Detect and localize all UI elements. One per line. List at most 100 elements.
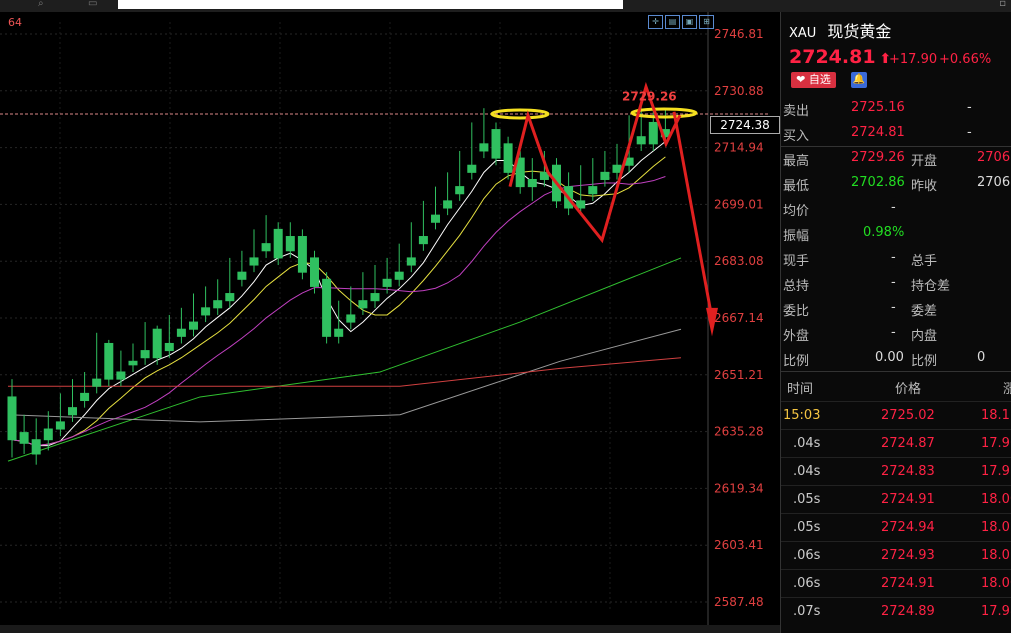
- candle-body: [394, 271, 404, 280]
- tick-row: .06s 2724.93 18.0: [781, 541, 1011, 570]
- y-tick-label: 2683.08: [714, 254, 764, 268]
- candle-body: [128, 360, 138, 366]
- candle-body: [201, 307, 211, 316]
- price-change: +17.90: [889, 52, 938, 67]
- expand-icon[interactable]: ⊞: [699, 15, 714, 29]
- stat-row: 总持 - 持仓差: [783, 275, 951, 294]
- candle-body: [31, 439, 41, 455]
- candle-body: [225, 293, 235, 302]
- y-tick-label: 2667.14: [714, 311, 764, 325]
- candle-body: [261, 243, 271, 252]
- tick-row: .05s 2724.91 18.00: [781, 485, 1011, 514]
- candle-body: [612, 164, 622, 173]
- y-tick-label: 2651.21: [714, 368, 764, 382]
- crosshair-icon[interactable]: ✛: [648, 15, 663, 29]
- quote-row: 卖出 2725.16 -: [783, 100, 972, 119]
- candle-body: [55, 421, 65, 430]
- divider: [781, 371, 1011, 372]
- y-tick-label: 2587.48: [714, 595, 764, 609]
- candle-body: [358, 300, 368, 309]
- stat-row: 均价 -: [783, 200, 896, 219]
- candle-body: [503, 143, 513, 173]
- stat-row: 现手 - 总手: [783, 250, 938, 269]
- symbol-code: XAU: [789, 26, 817, 41]
- stat-row: 比例 0.00 比例 0: [783, 350, 986, 369]
- quote-panel: XAU 现货黄金 2724.81 ⬆ +17.90 +0.66% ❤ 自选 🔔 卖…: [780, 12, 1011, 633]
- candle-body: [273, 228, 283, 259]
- y-tick-label: 2730.88: [714, 84, 764, 98]
- stat-row: 最高 2729.26 开盘 2706: [783, 150, 1011, 169]
- candle-body: [370, 293, 380, 302]
- candle-body: [164, 342, 174, 352]
- stat-row: 委比 - 委差: [783, 300, 938, 319]
- candle-body: [237, 271, 247, 280]
- stat-row: 振幅 0.98%: [783, 225, 905, 244]
- symbol-header: XAU 现货黄金: [789, 18, 891, 42]
- candle-body: [19, 432, 29, 444]
- tick-row: 15:03 2725.02 18.1: [781, 401, 1011, 430]
- favorite-button[interactable]: ❤ 自选: [791, 72, 836, 88]
- zoom-icon[interactable]: ▣: [682, 15, 697, 29]
- high-annotation: 2729.26: [622, 90, 677, 104]
- candle-body: [176, 328, 186, 337]
- moving-averages: [7, 141, 682, 462]
- candle-body: [104, 342, 114, 380]
- candle-body: [431, 214, 440, 223]
- tick-row: .04s 2724.83 17.9: [781, 457, 1011, 486]
- candlestick-chart[interactable]: 2746.81 2730.88 2714.94 2699.01 2683.08 2667.…: [0, 12, 780, 625]
- candle-body: [527, 178, 537, 188]
- menu-icon[interactable]: ▭: [88, 0, 97, 9]
- tick-header: 时间 价格 涨: [787, 382, 1011, 397]
- chart-tools[interactable]: ✛ ▤ ▣ ⊞: [648, 15, 714, 29]
- window-icon[interactable]: ▫: [999, 0, 1006, 9]
- price-change-pct: +0.66%: [939, 52, 992, 67]
- candle-body: [576, 200, 586, 209]
- candle-body: [322, 278, 332, 337]
- candle-body: [152, 328, 162, 359]
- candle-body: [92, 378, 102, 387]
- candle-body: [491, 129, 501, 159]
- search-input[interactable]: [118, 0, 623, 9]
- candle-body: [7, 396, 17, 441]
- candle-body: [636, 136, 646, 145]
- tick-row: .05s 2724.94 18.03: [781, 513, 1011, 542]
- candle-body: [116, 371, 126, 380]
- candle-body: [334, 328, 344, 337]
- candle-body: [213, 300, 223, 309]
- y-tick-label: 2603.41: [714, 538, 764, 552]
- current-price-tag: 2724.38: [710, 116, 780, 134]
- y-tick-label: 2746.81: [714, 27, 764, 41]
- candle-body: [418, 236, 428, 245]
- y-tick-label: 2714.94: [714, 141, 764, 155]
- candle-body: [189, 321, 198, 330]
- y-tick-label: 2635.28: [714, 425, 764, 439]
- tick-row: .07s 2724.89 17.98: [781, 597, 1011, 626]
- candle-body: [346, 314, 356, 323]
- candle-body: [80, 392, 90, 402]
- bars-icon[interactable]: ▤: [665, 15, 680, 29]
- candle-body: [467, 164, 477, 173]
- grid: [0, 12, 770, 625]
- annotations: 2729.26: [490, 81, 718, 337]
- search-icon[interactable]: ⌕: [38, 0, 44, 9]
- bottom-scrollbar[interactable]: [0, 625, 780, 633]
- candle-body: [648, 121, 658, 145]
- candle-body: [285, 236, 295, 252]
- candle-body: [588, 186, 598, 195]
- candle-body: [382, 278, 392, 287]
- bell-icon[interactable]: 🔔: [851, 72, 867, 88]
- candle-body: [249, 257, 259, 266]
- stat-row: 外盘 - 内盘: [783, 325, 938, 344]
- stat-row: 最低 2702.86 昨收 2706: [783, 175, 1011, 194]
- trend-arrow: [672, 111, 714, 319]
- top-toolbar: ⌕ ▭ ▫: [0, 0, 1011, 12]
- tick-row: .04s 2724.87 17.96: [781, 429, 1011, 458]
- candle-body: [479, 143, 489, 152]
- candle-body: [310, 257, 319, 287]
- candle-body: [406, 257, 416, 266]
- y-tick-label: 2699.01: [714, 197, 764, 211]
- tick-row: .06s 2724.91 18.00: [781, 569, 1011, 598]
- candle-body: [443, 200, 453, 209]
- candle-body: [140, 350, 150, 359]
- candle-body: [297, 236, 307, 273]
